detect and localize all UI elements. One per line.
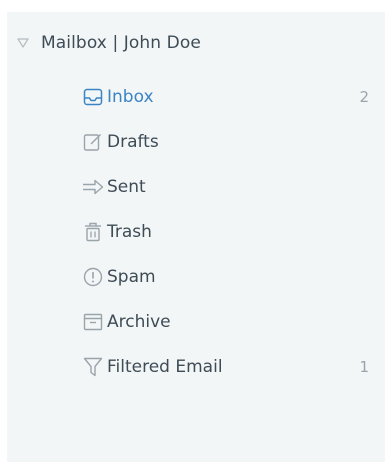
folder-label: Inbox (107, 86, 154, 107)
filter-icon (82, 356, 104, 378)
unread-count: 2 (359, 87, 369, 106)
inbox-icon (82, 86, 104, 108)
folder-list: Inbox 2 Drafts Sent Trash Spam Archive F… (7, 74, 385, 389)
mailbox-sidebar: Mailbox | John Doe Inbox 2 Drafts Sent T… (7, 12, 385, 462)
folder-item-inbox[interactable]: Inbox 2 (7, 74, 385, 119)
arrow-right-icon (82, 176, 104, 198)
folder-item-sent[interactable]: Sent (7, 164, 385, 209)
unread-count: 1 (359, 357, 369, 376)
mailbox-title: Mailbox | John Doe (41, 33, 201, 53)
folder-label: Drafts (107, 131, 159, 152)
folder-item-drafts[interactable]: Drafts (7, 119, 385, 164)
folder-item-filtered-email[interactable]: Filtered Email 1 (7, 344, 385, 389)
edit-icon (82, 131, 104, 153)
alert-circle-icon (82, 266, 104, 288)
triangle-down-icon[interactable] (17, 38, 41, 48)
folder-label: Trash (107, 221, 152, 242)
archive-icon (82, 311, 104, 333)
folder-label: Sent (107, 176, 146, 197)
folder-label: Archive (107, 311, 171, 332)
folder-label: Filtered Email (107, 356, 223, 377)
folder-item-archive[interactable]: Archive (7, 299, 385, 344)
folder-item-trash[interactable]: Trash (7, 209, 385, 254)
mailbox-header[interactable]: Mailbox | John Doe (7, 28, 201, 58)
trash-icon (82, 221, 104, 243)
folder-label: Spam (107, 266, 156, 287)
folder-item-spam[interactable]: Spam (7, 254, 385, 299)
